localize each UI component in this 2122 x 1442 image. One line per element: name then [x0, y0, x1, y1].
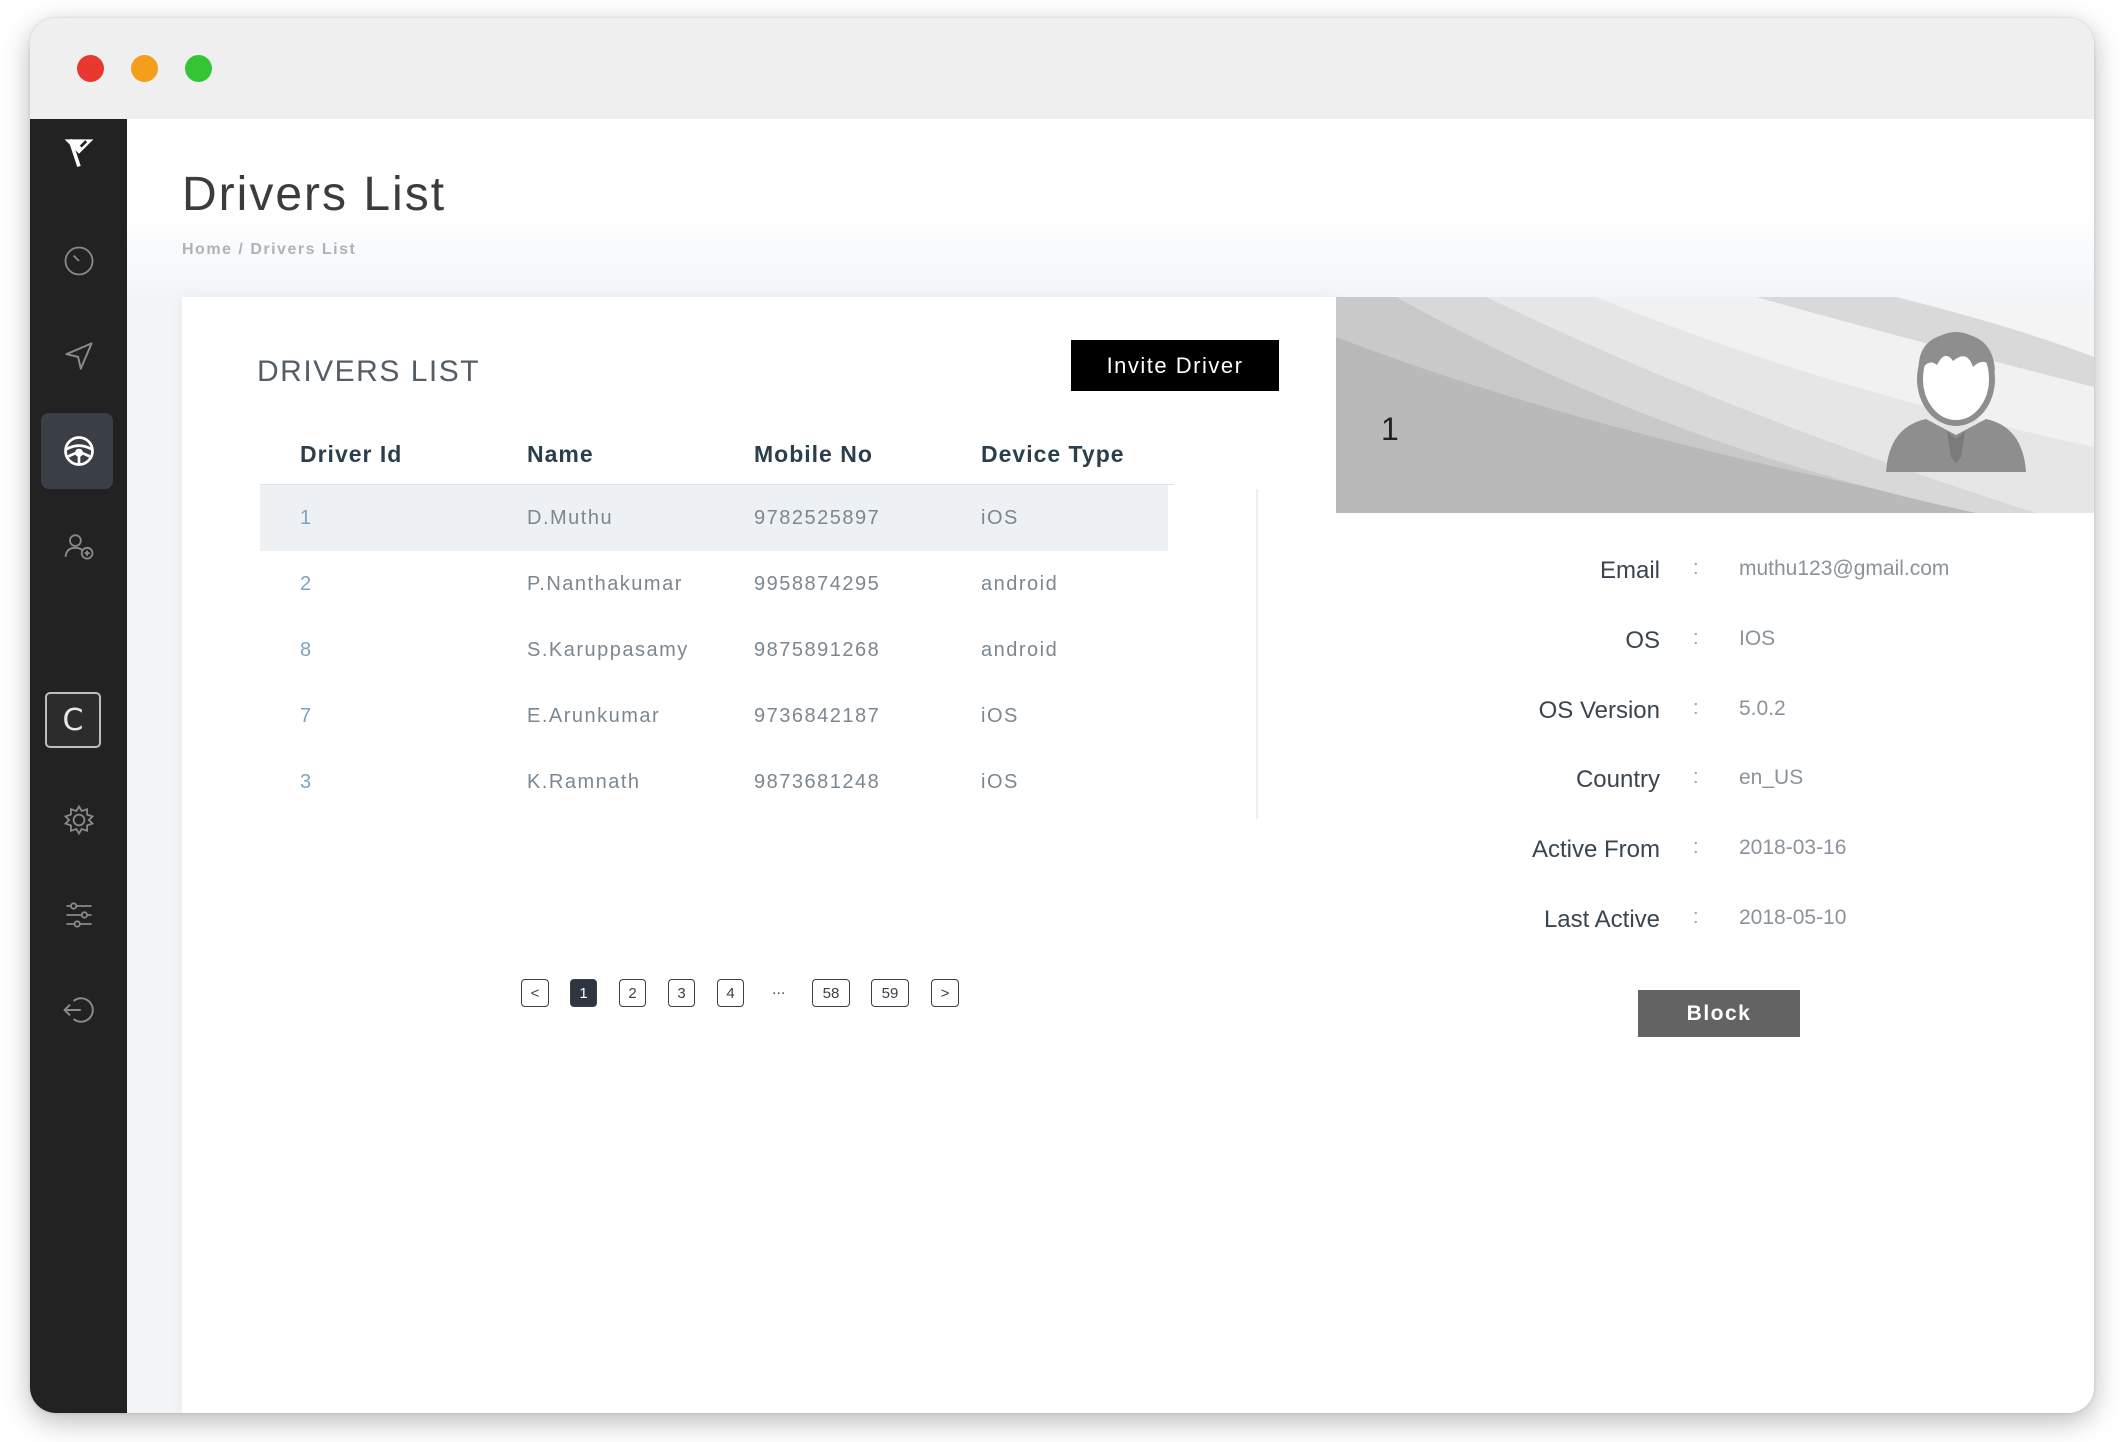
steering-wheel-icon[interactable] [54, 426, 103, 475]
cell-driver-id: 2 [300, 572, 313, 595]
pagination-page[interactable]: 59 [871, 979, 909, 1007]
user-add-icon[interactable] [54, 521, 103, 570]
cell-driver-id: 1 [300, 506, 313, 529]
detail-label: OS Version [1538, 697, 1660, 724]
detail-value: en_US [1739, 766, 1804, 789]
table-row[interactable]: 1 D.Muthu 9782525897 iOS [260, 485, 1168, 551]
cell-mobile: 9958874295 [754, 572, 881, 595]
logout-icon[interactable] [54, 985, 103, 1034]
cell-device-type: iOS [981, 506, 1019, 529]
detail-row-email: Email : muthu123@gmail.com [1336, 557, 2094, 597]
logo-icon[interactable] [54, 127, 103, 176]
minimize-window-button[interactable] [131, 55, 158, 82]
detail-label: Active From [1531, 836, 1660, 863]
detail-colon: : [1693, 766, 1699, 788]
cell-device-type: iOS [981, 704, 1019, 727]
cell-mobile: 9736842187 [754, 704, 881, 727]
driver-number: 1 [1381, 411, 1399, 447]
cell-device-type: android [981, 572, 1059, 595]
column-header-mobile[interactable]: Mobile No [714, 441, 941, 468]
cell-name: E.Arunkumar [527, 704, 661, 727]
cell-driver-id: 3 [300, 770, 313, 793]
detail-value: IOS [1739, 627, 1776, 650]
detail-colon: : [1693, 836, 1699, 858]
detail-value: 2018-05-10 [1739, 906, 1847, 929]
detail-value: 5.0.2 [1739, 697, 1786, 720]
detail-header-banner: 1 [1336, 297, 2094, 513]
invite-driver-button[interactable]: Invite Driver [1071, 340, 1279, 391]
table-scrollbar[interactable] [1256, 489, 1258, 819]
page-title: Drivers List [182, 168, 447, 221]
breadcrumb-home[interactable]: Home [182, 241, 232, 258]
pagination-prev[interactable]: < [521, 979, 549, 1007]
cell-mobile: 9873681248 [754, 770, 881, 793]
pagination-page[interactable]: 3 [668, 979, 695, 1007]
column-header-device-type[interactable]: Device Type [941, 441, 1168, 468]
drivers-table: Driver Id Name Mobile No Device Type 1 D… [260, 425, 1174, 815]
app-window: C Drivers List Home / Drivers List DRIVE… [30, 18, 2094, 1413]
driver-detail-panel: 1 Email : muthu123@gmail.com OS : IOS OS… [1336, 297, 2094, 1413]
pagination-page[interactable]: 1 [570, 979, 597, 1007]
list-heading: DRIVERS LIST [257, 355, 481, 388]
detail-value: muthu123@gmail.com [1739, 557, 1950, 580]
cell-name: K.Ramnath [527, 770, 641, 793]
cell-name: P.Nanthakumar [527, 572, 683, 595]
detail-label: OS [1625, 627, 1660, 654]
drivers-list-panel: DRIVERS LIST Invite Driver Driver Id Nam… [182, 297, 1336, 1413]
detail-row-active-from: Active From : 2018-03-16 [1336, 836, 2094, 876]
table-row[interactable]: 2 P.Nanthakumar 9958874295 android [260, 551, 1174, 617]
detail-label: Email [1599, 557, 1660, 584]
settings-icon[interactable] [54, 795, 103, 844]
window-titlebar [30, 18, 2094, 119]
block-driver-button[interactable]: Block [1638, 990, 1800, 1037]
breadcrumb-separator: / [238, 241, 245, 258]
detail-colon: : [1693, 557, 1699, 579]
table-row[interactable]: 7 E.Arunkumar 9736842187 iOS [260, 683, 1174, 749]
cell-device-type: iOS [981, 770, 1019, 793]
cell-mobile: 9782525897 [754, 506, 881, 529]
cell-mobile: 9875891268 [754, 638, 881, 661]
pagination-page[interactable]: 4 [717, 979, 744, 1007]
column-header-name[interactable]: Name [487, 441, 714, 468]
breadcrumb: Home / Drivers List [182, 241, 356, 259]
detail-row-os: OS : IOS [1336, 627, 2094, 667]
dashboard-icon[interactable] [54, 236, 103, 285]
pagination-next[interactable]: > [931, 979, 959, 1007]
detail-row-country: Country : en_US [1336, 766, 2094, 806]
driver-avatar-icon [1886, 332, 2026, 472]
cell-name: S.Karuppasamy [527, 638, 689, 661]
maximize-window-button[interactable] [185, 55, 212, 82]
cell-driver-id: 8 [300, 638, 313, 661]
pagination: < 1 2 3 4 ... 58 59 > [182, 979, 1336, 1011]
detail-label: Country [1575, 766, 1660, 793]
navigation-icon[interactable] [54, 331, 103, 380]
detail-row-os-version: OS Version : 5.0.2 [1336, 697, 2094, 737]
column-header-driver-id[interactable]: Driver Id [260, 441, 487, 468]
detail-value: 2018-03-16 [1739, 836, 1847, 859]
table-row[interactable]: 3 K.Ramnath 9873681248 iOS [260, 749, 1174, 815]
breadcrumb-current: Drivers List [250, 241, 357, 258]
table-header: Driver Id Name Mobile No Device Type [260, 425, 1174, 485]
detail-label: Last Active [1543, 906, 1660, 933]
pagination-ellipsis: ... [772, 981, 786, 998]
cell-device-type: android [981, 638, 1059, 661]
detail-colon: : [1693, 906, 1699, 928]
pagination-page[interactable]: 58 [812, 979, 850, 1007]
sidebar: C [30, 119, 127, 1413]
detail-colon: : [1693, 697, 1699, 719]
main-content: Drivers List Home / Drivers List DRIVERS… [127, 119, 2094, 1413]
table-row[interactable]: 8 S.Karuppasamy 9875891268 android [260, 617, 1174, 683]
c-icon[interactable]: C [45, 692, 101, 748]
detail-row-last-active: Last Active : 2018-05-10 [1336, 906, 2094, 946]
close-window-button[interactable] [77, 55, 104, 82]
cell-driver-id: 7 [300, 704, 313, 727]
pagination-page[interactable]: 2 [619, 979, 646, 1007]
cell-name: D.Muthu [527, 506, 614, 529]
sliders-icon[interactable] [54, 890, 103, 939]
detail-colon: : [1693, 627, 1699, 649]
